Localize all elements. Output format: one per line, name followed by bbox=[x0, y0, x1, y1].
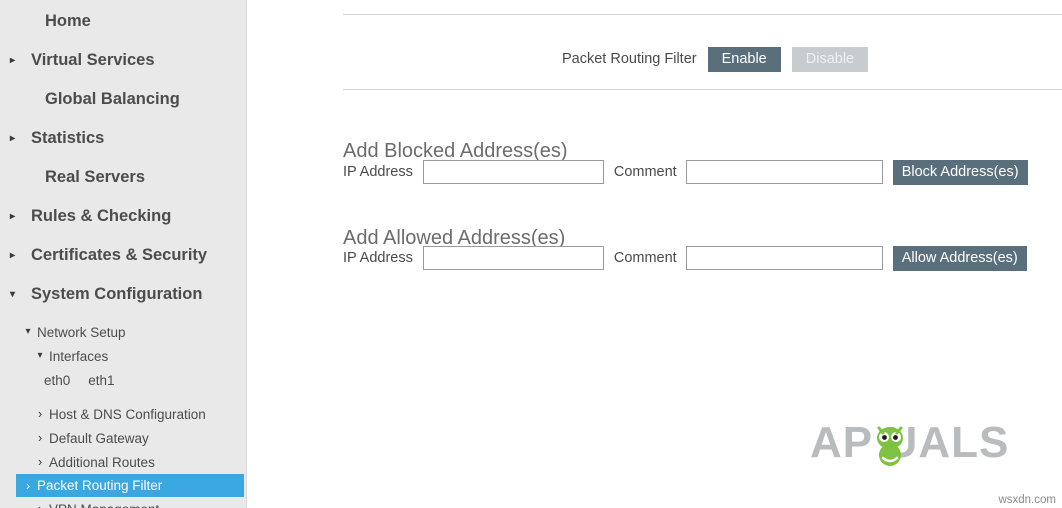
chevron-right-icon bbox=[34, 431, 46, 445]
chevron-right-icon bbox=[10, 251, 24, 261]
blocked-ip-address-input[interactable] bbox=[422, 160, 604, 184]
divider-top bbox=[343, 14, 1062, 15]
sidebar-item-eth0[interactable]: eth0 bbox=[44, 373, 70, 388]
sidebar-subitem-label: eth1 bbox=[88, 372, 115, 388]
divider-mid bbox=[343, 89, 1062, 90]
allowed-comment-input[interactable] bbox=[685, 246, 883, 270]
sidebar-item-label: Rules & Checking bbox=[31, 207, 172, 225]
sidebar-item-label: Virtual Services bbox=[31, 51, 155, 69]
chevron-right-icon bbox=[10, 56, 24, 66]
sidebar-subitem-label: Network Setup bbox=[37, 324, 126, 340]
allow-addresses-button[interactable]: Allow Address(es) bbox=[892, 245, 1027, 271]
ip-address-label: IP Address bbox=[343, 250, 413, 266]
credit-text: wsxdn.com bbox=[998, 494, 1056, 506]
sidebar-item-home[interactable]: Home bbox=[0, 2, 246, 41]
sidebar-item-default-gateway[interactable]: Default Gateway bbox=[0, 426, 246, 450]
comment-label: Comment bbox=[613, 164, 677, 180]
sidebar-item-packet-routing-filter[interactable]: Packet Routing Filter bbox=[16, 474, 244, 497]
sidebar-item-virtual-services[interactable]: Virtual Services bbox=[0, 41, 246, 80]
sidebar-item-network-setup[interactable]: Network Setup bbox=[0, 320, 246, 344]
chevron-right-icon bbox=[10, 212, 24, 222]
sidebar-item-label: Home bbox=[45, 12, 91, 30]
appuals-mascot-icon bbox=[877, 426, 903, 466]
comment-label: Comment bbox=[613, 250, 677, 266]
sidebar-item-interfaces[interactable]: Interfaces bbox=[0, 344, 246, 368]
sidebar-subitem-label: VPN Management bbox=[46, 502, 159, 508]
chevron-right-icon bbox=[34, 502, 46, 508]
sidebar-item-vpn-management[interactable]: VPN Management bbox=[0, 497, 246, 508]
sidebar-top-nav: Home Virtual Services Global Balancing S… bbox=[0, 0, 246, 508]
sidebar-subitem-label: Interfaces bbox=[49, 348, 109, 364]
chevron-right-icon bbox=[34, 455, 46, 469]
sidebar-subitem-label: Additional Routes bbox=[49, 454, 155, 470]
sidebar-item-certificates-security[interactable]: Certificates & Security bbox=[0, 236, 246, 275]
disable-button[interactable]: Disable bbox=[791, 46, 869, 72]
add-allowed-addresses-form: IP Address Comment Allow Address(es) bbox=[343, 245, 1027, 271]
enable-button[interactable]: Enable bbox=[707, 46, 781, 72]
chevron-down-icon bbox=[22, 327, 34, 337]
sidebar-item-statistics[interactable]: Statistics bbox=[0, 119, 246, 158]
chevron-right-icon bbox=[22, 479, 34, 493]
sidebar-item-real-servers[interactable]: Real Servers bbox=[0, 158, 246, 197]
appuals-watermark: AP UALS bbox=[810, 418, 1028, 470]
sidebar-subitem-label: Packet Routing Filter bbox=[37, 478, 163, 493]
blocked-comment-input[interactable] bbox=[685, 160, 883, 184]
sidebar-item-label: Real Servers bbox=[45, 168, 145, 186]
page-root: Home Virtual Services Global Balancing S… bbox=[0, 0, 1062, 508]
packet-routing-filter-row: Packet Routing Filter Enable Disable bbox=[343, 40, 1062, 78]
allowed-ip-address-input[interactable] bbox=[422, 246, 604, 270]
sidebar-item-label: Global Balancing bbox=[45, 90, 180, 108]
sidebar-item-system-configuration[interactable]: System Configuration bbox=[0, 275, 246, 314]
sidebar-subitem-label: Default Gateway bbox=[49, 430, 149, 446]
chevron-right-icon bbox=[34, 407, 46, 421]
ip-address-label: IP Address bbox=[343, 164, 413, 180]
sidebar-subitem-label: Host & DNS Configuration bbox=[49, 406, 206, 422]
sidebar-item-label: Statistics bbox=[31, 129, 105, 147]
chevron-right-icon bbox=[10, 134, 24, 144]
sidebar-item-label: System Configuration bbox=[31, 285, 203, 303]
sidebar-subitem-label: eth0 bbox=[44, 372, 71, 388]
sidebar-item-global-balancing[interactable]: Global Balancing bbox=[0, 80, 246, 119]
chevron-down-icon bbox=[10, 290, 24, 300]
sidebar-item-label: Certificates & Security bbox=[31, 246, 208, 264]
sidebar-item-rules-checking[interactable]: Rules & Checking bbox=[0, 197, 246, 236]
add-blocked-addresses-form: IP Address Comment Block Address(es) bbox=[343, 159, 1028, 185]
packet-routing-filter-label: Packet Routing Filter bbox=[562, 51, 697, 67]
sidebar: Home Virtual Services Global Balancing S… bbox=[0, 0, 247, 508]
block-addresses-button[interactable]: Block Address(es) bbox=[892, 159, 1028, 185]
sidebar-eth-row: eth0 eth1 bbox=[0, 368, 246, 392]
chevron-down-icon bbox=[34, 351, 46, 361]
sidebar-item-additional-routes[interactable]: Additional Routes bbox=[0, 450, 246, 474]
sidebar-item-eth1[interactable]: eth1 bbox=[88, 373, 114, 388]
sidebar-item-host-dns-configuration[interactable]: Host & DNS Configuration bbox=[0, 402, 246, 426]
